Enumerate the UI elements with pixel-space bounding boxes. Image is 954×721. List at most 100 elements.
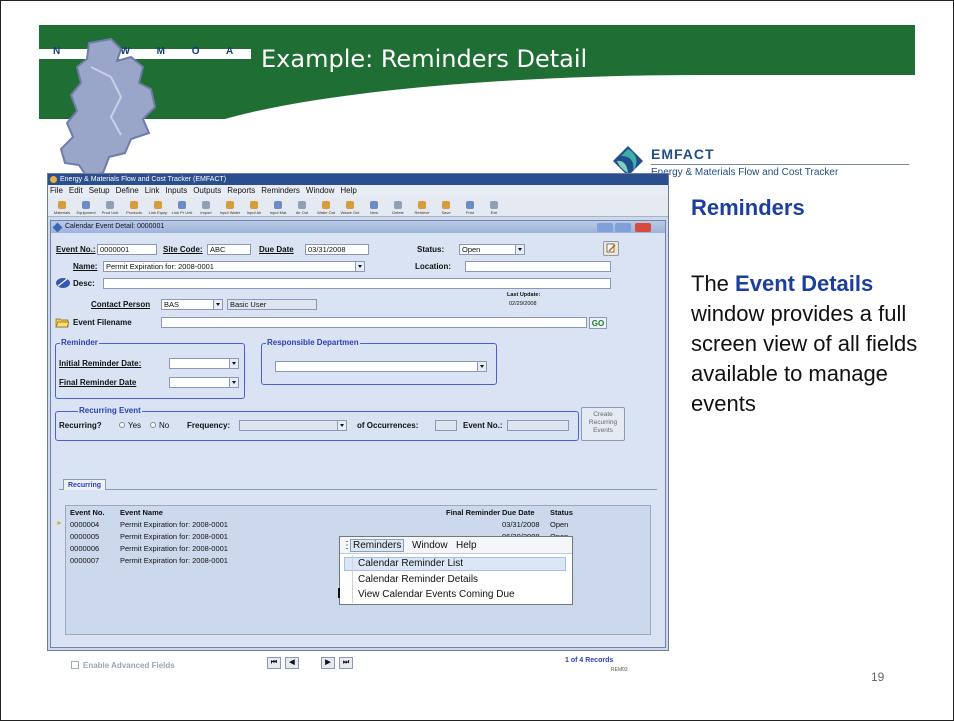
toolbar-button-waste-out[interactable]: Waste Out [338, 201, 362, 216]
desc-pencil-icon[interactable] [55, 277, 71, 289]
create-recurring-events-button[interactable]: Create Recurring Events [581, 407, 625, 441]
toolbar-icon [490, 201, 498, 209]
last-update-label: Last Update: [507, 292, 541, 298]
event-filename-field[interactable] [161, 317, 587, 328]
toolbar-button-print[interactable]: Print [458, 201, 482, 216]
header-curve [159, 75, 915, 119]
toolbar-icon [370, 201, 378, 209]
desc-label: Desc: [73, 279, 95, 288]
menu-inputs[interactable]: Inputs [165, 186, 187, 195]
row-cell-name: Permit Expiration for: 2008-0001 [120, 544, 228, 553]
enable-advanced-checkbox[interactable] [71, 661, 79, 669]
prev-record-button[interactable]: ◀ [285, 657, 299, 669]
row-cell-no: 0000006 [70, 544, 100, 553]
menu-item-calendar-reminder-details[interactable]: Calendar Reminder Details [358, 574, 478, 585]
toolbar-button-import[interactable]: Import [194, 201, 218, 216]
toolbar-button-air-out[interactable]: Air Out [290, 201, 314, 216]
toolbar-button-prod-unit[interactable]: Prod Unit [98, 201, 122, 216]
location-field[interactable] [465, 261, 611, 272]
toolbar-button-link-equip[interactable]: Link Equip [146, 201, 170, 216]
close-button[interactable] [635, 223, 651, 232]
menu-edit[interactable]: Edit [69, 186, 83, 195]
contact-name-field: Basic User [227, 299, 317, 310]
detail-window-title: Calendar Event Detail: 0000001 [65, 223, 165, 230]
toolbar-button-materials[interactable]: Materials [50, 201, 74, 216]
toolbar-label: Input Mat [269, 210, 287, 215]
app-icon [50, 176, 57, 183]
popup-menu-window[interactable]: Window [412, 540, 448, 551]
popup-menu-help[interactable]: Help [456, 540, 477, 551]
due-date-field[interactable]: 03/31/2008 [305, 244, 369, 255]
row-cell-no: 0000007 [70, 556, 100, 565]
toolbar-button-new[interactable]: New [362, 201, 386, 216]
toolbar-label: Waste Out [340, 210, 360, 215]
toolbar-button-retrieve[interactable]: Retrieve [410, 201, 434, 216]
responsible-department-title: Responsible Departmen [266, 338, 360, 347]
row-cell-name: Permit Expiration for: 2008-0001 [120, 520, 228, 529]
occurrences-field[interactable] [435, 420, 457, 431]
toolbar-icon [418, 201, 426, 209]
minimize-button[interactable] [597, 223, 613, 232]
menu-link[interactable]: Link [145, 186, 160, 195]
initial-reminder-label: Initial Reminder Date: [59, 359, 142, 368]
toolbar-button-save[interactable]: Save [434, 201, 458, 216]
notes-button[interactable] [603, 241, 619, 256]
toolbar-icon [274, 201, 282, 209]
menu-outputs[interactable]: Outputs [193, 186, 221, 195]
menu-define[interactable]: Define [116, 186, 139, 195]
app-toolbar: Materials Equipment Prod Unit Products Link … [48, 197, 668, 217]
app-titlebar: Energy & Materials Flow and Cost Tracker… [48, 174, 668, 185]
menu-file[interactable]: File [50, 186, 63, 195]
toolbar-button-link-pr-unit[interactable]: Link Pr Unit [170, 201, 194, 216]
contact-person-select[interactable]: BAS [161, 299, 223, 310]
recurring-no-radio[interactable] [150, 422, 156, 428]
name-select[interactable]: Permit Expiration for: 2008-0001 [103, 261, 365, 272]
responsible-department-select[interactable] [275, 361, 487, 372]
first-record-button[interactable]: ⏮ [267, 657, 281, 669]
site-code-label: Site Code: [163, 245, 203, 254]
folder-open-icon[interactable] [55, 316, 69, 328]
row-cell-name: Permit Expiration for: 2008-0001 [120, 532, 228, 541]
menu-reports[interactable]: Reports [227, 186, 255, 195]
toolbar-label: New [369, 210, 378, 215]
menu-window[interactable]: Window [306, 186, 334, 195]
description-rest: window provides a full screen view of al… [691, 301, 918, 416]
toolbar-button-delete[interactable]: Delete [386, 201, 410, 216]
maximize-button[interactable] [615, 223, 631, 232]
next-record-button[interactable]: ▶ [321, 657, 335, 669]
site-code-field[interactable]: ABC [207, 244, 251, 255]
initial-reminder-select[interactable] [169, 358, 239, 369]
recurring-yes-radio[interactable] [119, 422, 125, 428]
toolbar-button-input-water[interactable]: Input Water [218, 201, 242, 216]
go-button[interactable]: GO [589, 317, 607, 329]
menu-separator [352, 555, 353, 603]
menu-item-view-calendar-events-coming-due[interactable]: View Calendar Events Coming Due [358, 589, 515, 600]
toolbar-button-water-out[interactable]: Water Out [314, 201, 338, 216]
list-header-event-no: Event No. [70, 508, 105, 517]
menu-item-calendar-reminder-list[interactable]: Calendar Reminder List [358, 558, 463, 569]
event-no-field[interactable]: 0000001 [97, 244, 157, 255]
toolbar-button-products[interactable]: Products [122, 201, 146, 216]
menu-help[interactable]: Help [340, 186, 356, 195]
menu-reminders[interactable]: Reminders [261, 186, 300, 195]
reminders-popup-menubar: ⋮ Reminders Window Help [340, 537, 572, 554]
last-record-button[interactable]: ⏭ [339, 657, 353, 669]
status-select[interactable]: Open [459, 244, 525, 255]
toolbar-button-equipment[interactable]: Equipment [74, 201, 98, 216]
toolbar-icon [58, 201, 66, 209]
desc-field[interactable] [103, 278, 611, 289]
toolbar-icon [346, 201, 354, 209]
recurring-event-title: Recurring Event [78, 406, 142, 415]
final-reminder-select[interactable] [169, 377, 239, 388]
toolbar-button-exit[interactable]: Exit [482, 201, 506, 216]
tab-recurring[interactable]: Recurring [63, 479, 107, 490]
record-count: 1 of 4 Records [565, 657, 614, 664]
yes-label: Yes [128, 421, 142, 430]
frequency-select[interactable] [239, 420, 347, 431]
menu-setup[interactable]: Setup [89, 186, 110, 195]
toolbar-icon [106, 201, 114, 209]
description-highlight: Event Details [735, 271, 874, 296]
popup-menu-reminders[interactable]: Reminders [350, 539, 405, 552]
toolbar-button-input-air[interactable]: Input Air [242, 201, 266, 216]
toolbar-button-input-mat[interactable]: Input Mat [266, 201, 290, 216]
